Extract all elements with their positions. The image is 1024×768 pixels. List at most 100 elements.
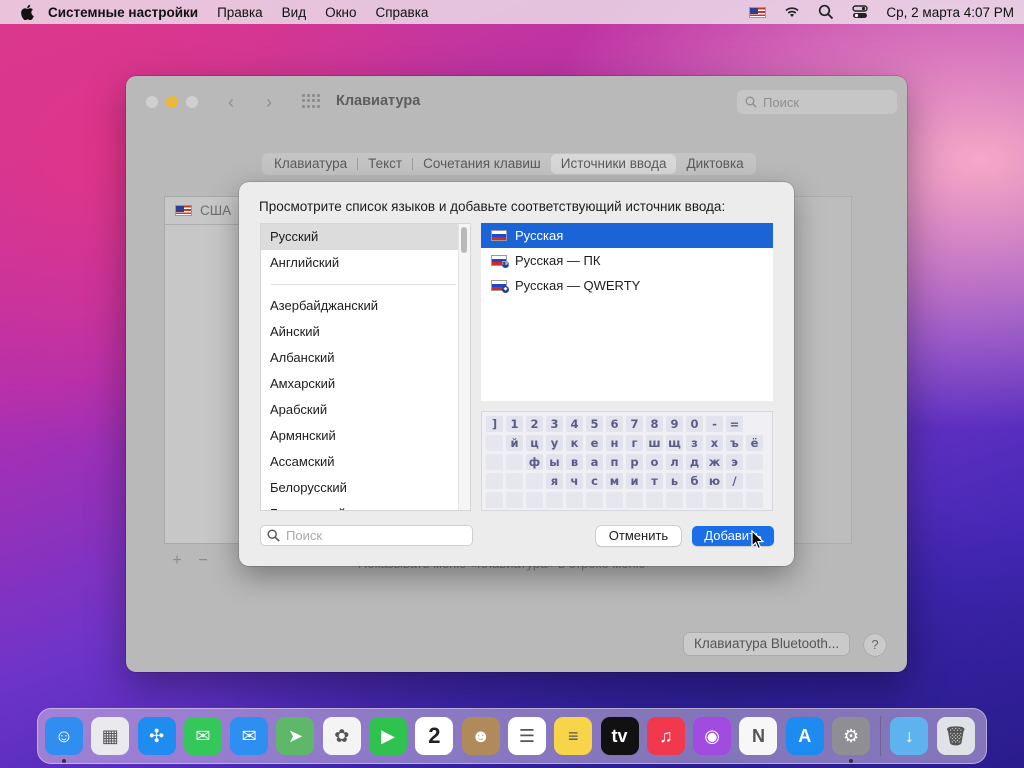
menu-edit[interactable]: Правка bbox=[217, 5, 263, 20]
tab-input-sources[interactable]: Источники ввода bbox=[550, 154, 677, 174]
language-list-item[interactable]: Белорусский bbox=[261, 475, 470, 501]
show-all-grid-icon[interactable] bbox=[302, 94, 320, 108]
dock-mail-icon[interactable]: ✉ bbox=[230, 717, 269, 755]
language-list-item[interactable]: Армянский bbox=[261, 423, 470, 449]
input-source-option[interactable]: ПК Русская — ПК bbox=[481, 248, 773, 273]
minimize-window-button[interactable] bbox=[166, 96, 178, 108]
dock-podcasts-icon[interactable]: ◉ bbox=[693, 717, 732, 755]
language-search-placeholder: Поиск bbox=[286, 528, 323, 543]
keyboard-key: а bbox=[586, 453, 603, 470]
keyboard-key: - bbox=[706, 415, 723, 432]
dock-downloads-folder-icon[interactable]: ↓ bbox=[890, 717, 929, 755]
menu-help[interactable]: Справка bbox=[375, 5, 428, 20]
keyboard-key bbox=[546, 491, 563, 508]
keyboard-key: в bbox=[566, 453, 583, 470]
keyboard-key: / bbox=[726, 472, 743, 489]
wifi-icon[interactable] bbox=[784, 4, 800, 20]
dock-messages-icon[interactable]: ✉ bbox=[183, 717, 222, 755]
tab-shortcuts[interactable]: Сочетания клавиш bbox=[413, 153, 551, 175]
language-list-scrollbar[interactable] bbox=[461, 227, 467, 253]
keyboard-key bbox=[486, 434, 503, 451]
language-list-item[interactable]: Бенгальский bbox=[261, 501, 470, 510]
dock-notes-icon[interactable]: ≡ bbox=[554, 717, 593, 755]
dock-facetime-icon[interactable]: ▶ bbox=[369, 717, 408, 755]
keyboard-key bbox=[506, 491, 523, 508]
spotlight-search-icon[interactable] bbox=[818, 4, 834, 20]
keyboard-key: 9 bbox=[666, 415, 683, 432]
keyboard-key: н bbox=[606, 434, 623, 451]
input-source-option-label: Русская — QWERTY bbox=[515, 278, 641, 293]
add-input-source-button[interactable]: + bbox=[164, 552, 190, 570]
bluetooth-keyboard-button[interactable]: Клавиатура Bluetooth... bbox=[684, 633, 850, 655]
keyboard-key: х bbox=[706, 434, 723, 451]
menu-window[interactable]: Окно bbox=[325, 5, 356, 20]
keyboard-key: ш bbox=[646, 434, 663, 451]
dock-system-preferences-icon[interactable]: ⚙ bbox=[832, 717, 871, 763]
keyboard-key: ц bbox=[526, 434, 543, 451]
tab-keyboard[interactable]: Клавиатура bbox=[264, 153, 357, 175]
dock-tv-icon[interactable]: tv bbox=[600, 717, 639, 755]
apple-menu-icon[interactable] bbox=[20, 4, 34, 20]
dock-photos-icon[interactable]: ✿ bbox=[322, 717, 361, 755]
tab-dictation[interactable]: Диктовка bbox=[676, 153, 753, 175]
back-arrow-icon[interactable]: ‹ bbox=[228, 92, 234, 113]
dock-launchpad-icon[interactable]: ▦ bbox=[91, 717, 130, 755]
language-list-item[interactable]: Азербайджанский bbox=[261, 293, 470, 319]
language-list-item[interactable]: Английский bbox=[261, 250, 470, 276]
keyboard-key bbox=[526, 472, 543, 489]
cancel-button[interactable]: Отменить bbox=[596, 526, 681, 546]
forward-arrow-icon[interactable]: › bbox=[266, 92, 272, 113]
keyboard-key: г bbox=[626, 434, 643, 451]
dock-music-icon[interactable]: ♫ bbox=[646, 717, 685, 755]
language-list-item[interactable]: Амхарский bbox=[261, 371, 470, 397]
close-window-button[interactable] bbox=[146, 96, 158, 108]
language-list-item[interactable]: Ассамский bbox=[261, 449, 470, 475]
language-list-item[interactable]: Арабский bbox=[261, 397, 470, 423]
input-source-option[interactable]: Русская bbox=[481, 223, 773, 248]
dock-reminders-icon[interactable]: ☰ bbox=[507, 717, 546, 755]
language-list-item[interactable]: Русский bbox=[261, 224, 470, 250]
remove-input-source-button[interactable]: − bbox=[190, 552, 216, 570]
dock-maps-icon[interactable]: ➤ bbox=[276, 717, 315, 755]
dock-app-store-icon[interactable]: A bbox=[785, 717, 824, 755]
preferences-tabs: Клавиатура Текст Сочетания клавиш Источн… bbox=[262, 153, 756, 175]
keyboard-key bbox=[606, 491, 623, 508]
dock-contacts-icon[interactable]: ☻ bbox=[461, 717, 500, 755]
keyboard-key bbox=[626, 491, 643, 508]
preferences-search-field[interactable]: Поиск bbox=[737, 90, 897, 114]
dock-calendar-icon[interactable]: 2 bbox=[415, 717, 454, 755]
input-source-flag-icon[interactable] bbox=[749, 6, 767, 18]
dock-news-icon[interactable]: N bbox=[739, 717, 778, 755]
language-list-divider bbox=[271, 284, 456, 285]
control-center-icon[interactable] bbox=[852, 4, 869, 20]
help-button[interactable]: ? bbox=[864, 634, 886, 656]
zoom-window-button[interactable] bbox=[186, 96, 198, 108]
keyboard-key bbox=[746, 472, 763, 489]
keyboard-key: ч bbox=[566, 472, 583, 489]
menubar-clock[interactable]: Ср, 2 марта 4:07 PM bbox=[886, 5, 1014, 20]
input-source-options-list[interactable]: Русская ПК Русская — ПК ◆ Русская — QWER… bbox=[481, 223, 773, 401]
dock-safari-icon[interactable]: ✣ bbox=[137, 717, 176, 755]
language-list-item[interactable]: Айнский bbox=[261, 319, 470, 345]
dock-trash-icon[interactable]: 🗑 bbox=[936, 717, 975, 755]
keyboard-row: я ч с м и т ь б ю / bbox=[486, 471, 768, 490]
keyboard-key bbox=[526, 491, 543, 508]
keyboard-key: 1 bbox=[506, 415, 523, 432]
language-search-field[interactable]: Поиск bbox=[260, 525, 473, 546]
keyboard-layout-preview: ] 1 2 3 4 5 6 7 8 9 0- = й ц у к е н г ш щ з х ъ ё ф ы в а п р о л д ж э я ч с… bbox=[481, 411, 773, 511]
tab-text[interactable]: Текст bbox=[358, 153, 412, 175]
language-list[interactable]: Русский Английский Азербайджанский Айнск… bbox=[260, 223, 471, 511]
keyboard-key bbox=[506, 472, 523, 489]
dock-finder-icon[interactable]: ☺ bbox=[45, 717, 83, 763]
language-list-item[interactable]: Албанский bbox=[261, 345, 470, 371]
input-source-option[interactable]: ◆ Русская — QWERTY bbox=[481, 273, 773, 298]
keyboard-key: ы bbox=[546, 453, 563, 470]
keyboard-key: ё bbox=[746, 434, 763, 451]
menu-app-name[interactable]: Системные настройки bbox=[48, 5, 198, 20]
keyboard-key: т bbox=[646, 472, 663, 489]
keyboard-key: я bbox=[546, 472, 563, 489]
menu-view[interactable]: Вид bbox=[282, 5, 306, 20]
dock-separator bbox=[880, 716, 882, 756]
keyboard-key: 0 bbox=[686, 415, 703, 432]
keyboard-key: и bbox=[626, 472, 643, 489]
